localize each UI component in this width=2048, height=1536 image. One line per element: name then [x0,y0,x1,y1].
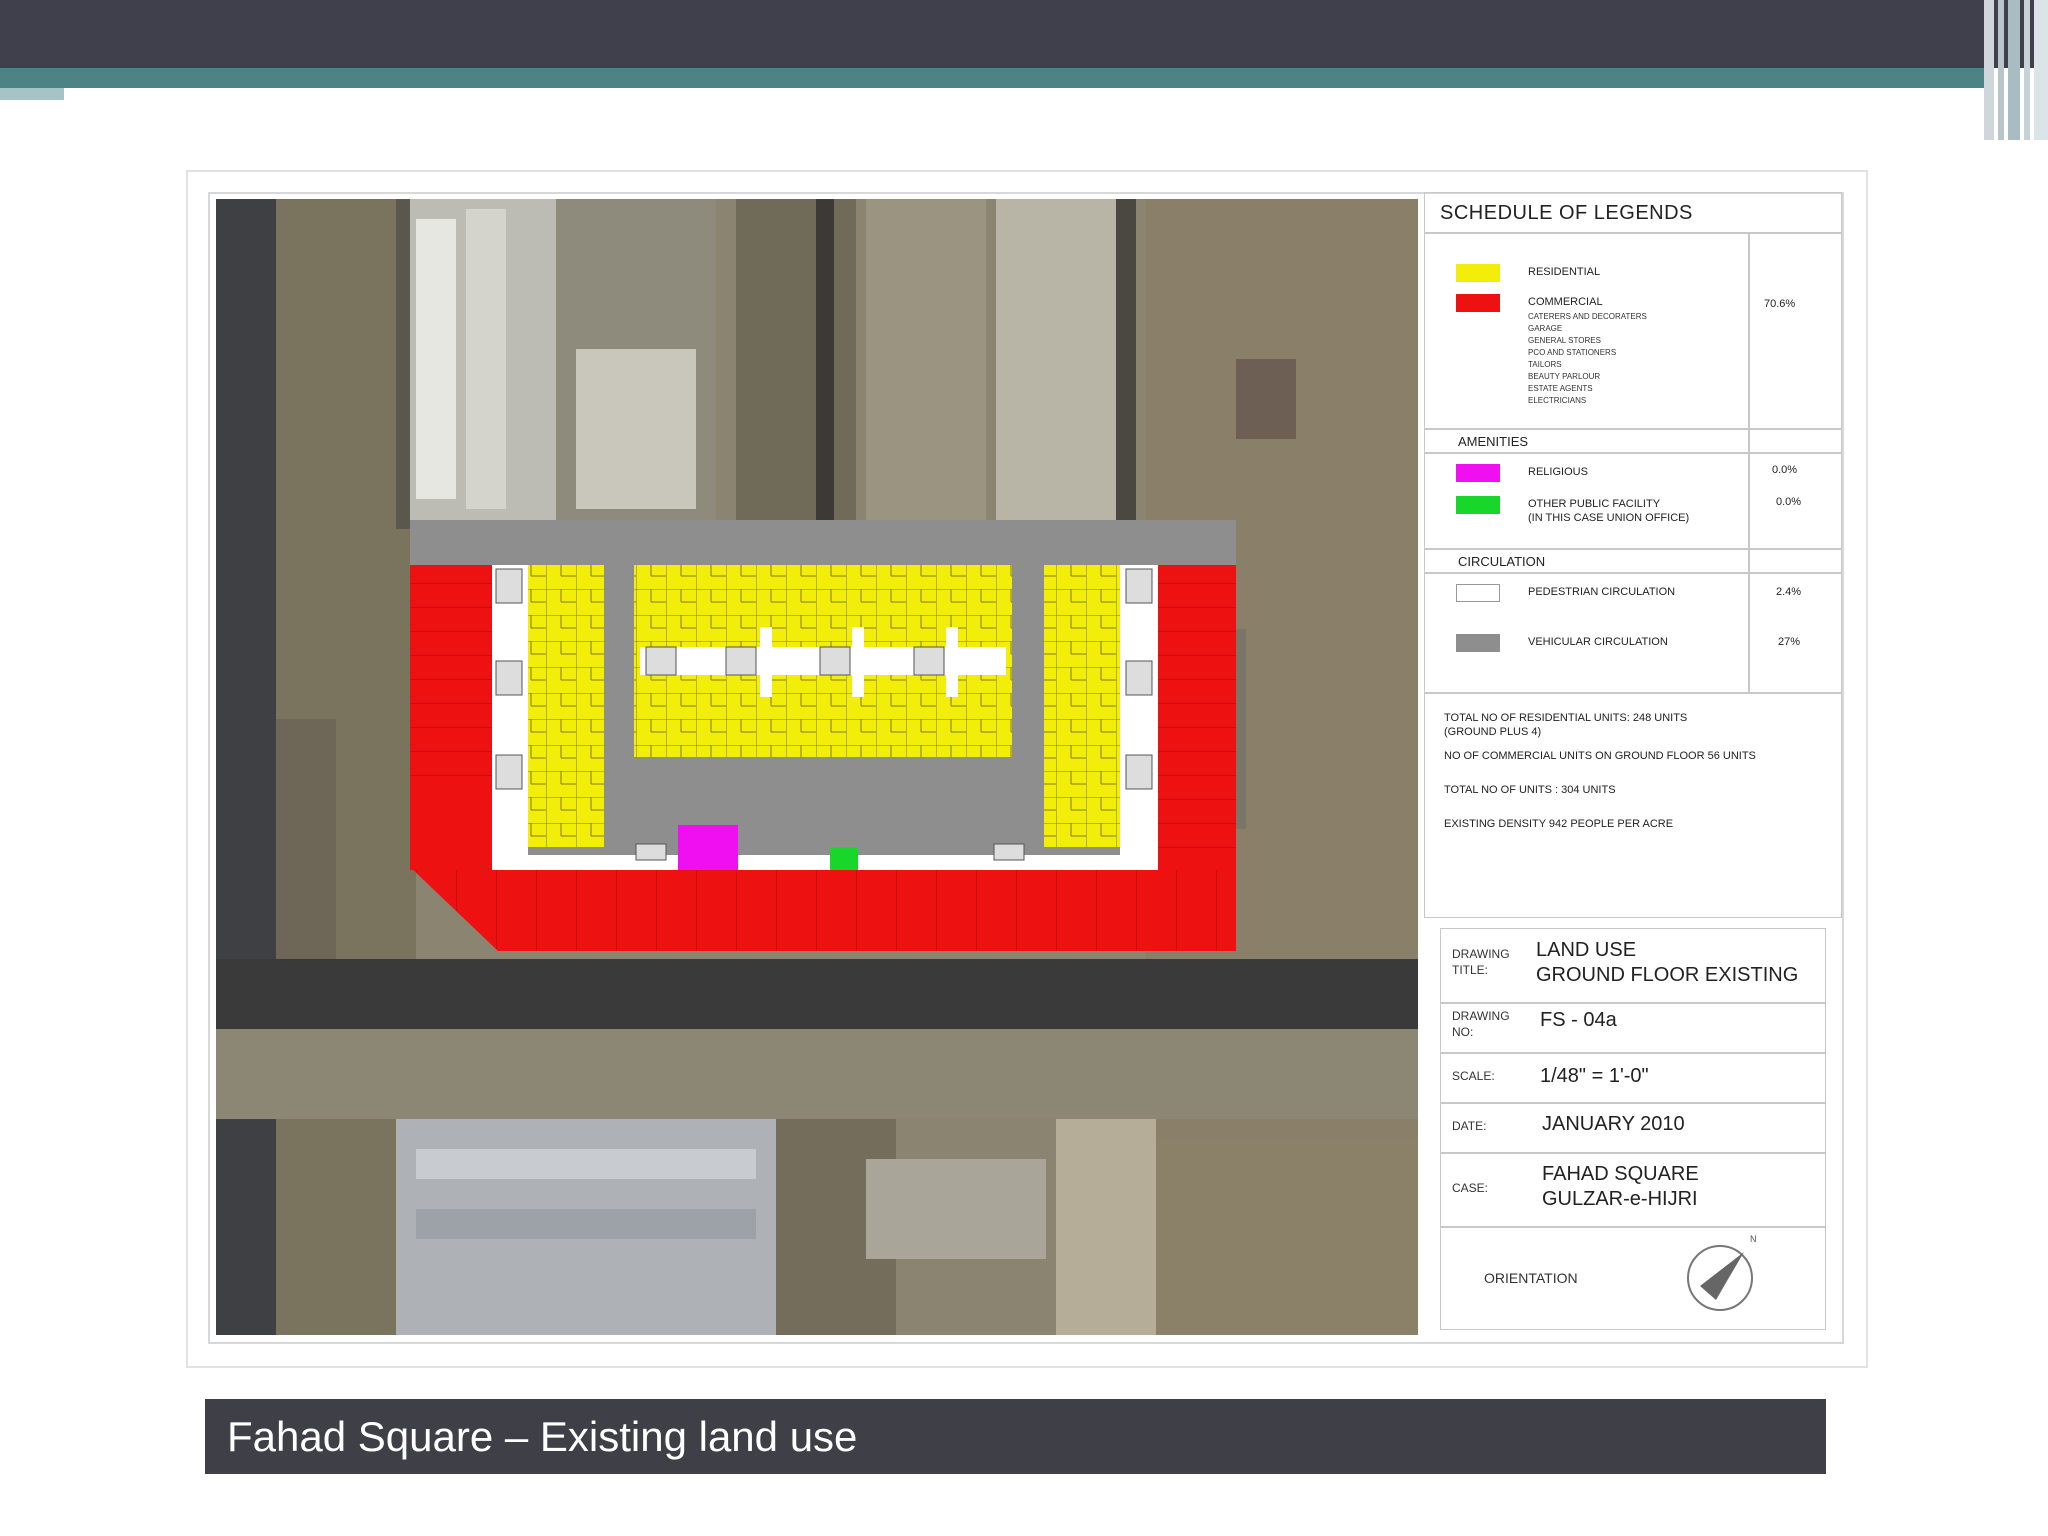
building-footprint [410,520,1236,951]
drawing-no-value: FS - 04a [1540,1009,1617,1031]
legend-label-residential: RESIDENTIAL [1528,266,1601,278]
pedestrian-percent: 2.4% [1776,586,1802,598]
subtype-beauty-parlour: BEAUTY PARLOUR [1528,372,1601,381]
drawing-title-label: DRAWING TITLE: [1452,947,1510,977]
case-label: CASE: [1452,1181,1489,1195]
amenities-heading: AMENITIES [1458,434,1529,449]
site-plan-drawing [216,199,1418,1335]
stat-density: EXISTING DENSITY 942 PEOPLE PER ACRE [1444,818,1674,830]
slide-corner-decoration [1984,0,2048,140]
vehicular-percent: 27% [1778,636,1801,648]
stat-ground-plus: (GROUND PLUS 4) [1444,726,1542,738]
vehicular-swatch [1456,634,1500,652]
pedestrian-walkway-west [492,565,528,870]
slide-accent-tab [0,88,64,100]
date-label: DATE: [1452,1119,1487,1133]
pedestrian-walkway-south [492,855,1158,870]
legend-label-vehicular: VEHICULAR CIRCULATION [1528,636,1668,648]
commercial-units-west [410,565,492,837]
slide-header-bar [0,0,2048,68]
pedestrian-swatch [1456,584,1500,602]
slide-caption-bar: Fahad Square – Existing land use [205,1399,1826,1474]
drawing-no-label: DRAWING NO: [1452,1009,1510,1039]
union-office [830,847,858,870]
scale-label: SCALE: [1452,1069,1495,1083]
slide-caption: Fahad Square – Existing land use [227,1413,858,1460]
religious-swatch [1456,464,1500,482]
residential-block-west [528,565,604,847]
stat-residential-units: TOTAL NO OF RESIDENTIAL UNITS: 248 UNITS [1444,712,1688,724]
site-plan-map [216,199,1418,1335]
subtype-tailors: TAILORS [1528,360,1562,369]
legend-title: SCHEDULE OF LEGENDS [1440,202,1693,224]
stat-total-units: TOTAL NO OF UNITS : 304 UNITS [1444,784,1616,796]
subtype-pco: PCO AND STATIONERS [1528,348,1617,357]
scale-value: 1/48" = 1'-0" [1540,1065,1649,1087]
legend-label-commercial: COMMERCIAL [1528,296,1603,308]
legend-label-public-facility: OTHER PUBLIC FACILITY [1528,498,1661,510]
public-facility-swatch [1456,496,1500,514]
subtype-electricians: ELECTRICIANS [1528,396,1587,405]
case-value: FAHAD SQUARE GULZAR-e-HIJRI [1542,1163,1699,1210]
public-facility-percent: 0.0% [1776,496,1802,508]
residential-swatch [1456,264,1500,282]
legend-label-religious: RELIGIOUS [1528,466,1588,478]
commercial-swatch [1456,294,1500,312]
legend-label-public-facility-note: (IN THIS CASE UNION OFFICE) [1528,512,1690,524]
commercial-units-east [1158,565,1236,870]
subtype-estate-agents: ESTATE AGENTS [1528,384,1593,393]
pedestrian-walkway-east [1120,565,1158,855]
slide-accent-bar [0,68,1990,88]
north-label: N [1750,1234,1757,1244]
subtype-general-stores: GENERAL STORES [1528,336,1601,345]
date-value: JANUARY 2010 [1542,1113,1685,1135]
legend-panel: SCHEDULE OF LEGENDS RESIDENTIAL COMMERCI… [1424,192,1842,1340]
residential-block-east [1044,565,1120,847]
subtype-caterers: CATERERS AND DECORATERS [1528,312,1647,321]
circulation-heading: CIRCULATION [1458,554,1546,569]
religious-percent: 0.0% [1772,464,1798,476]
orientation-label: ORIENTATION [1484,1270,1578,1286]
stat-commercial-units: NO OF COMMERCIAL UNITS ON GROUND FLOOR 5… [1444,750,1756,762]
subtype-garage: GARAGE [1528,324,1563,333]
north-arrow-icon: N [1686,1234,1762,1314]
religious-facility [678,825,738,870]
commercial-percent: 70.6% [1764,298,1796,310]
drawing-title-value: LAND USE GROUND FLOOR EXISTING [1536,939,1799,986]
legend-label-pedestrian: PEDESTRIAN CIRCULATION [1528,586,1676,598]
